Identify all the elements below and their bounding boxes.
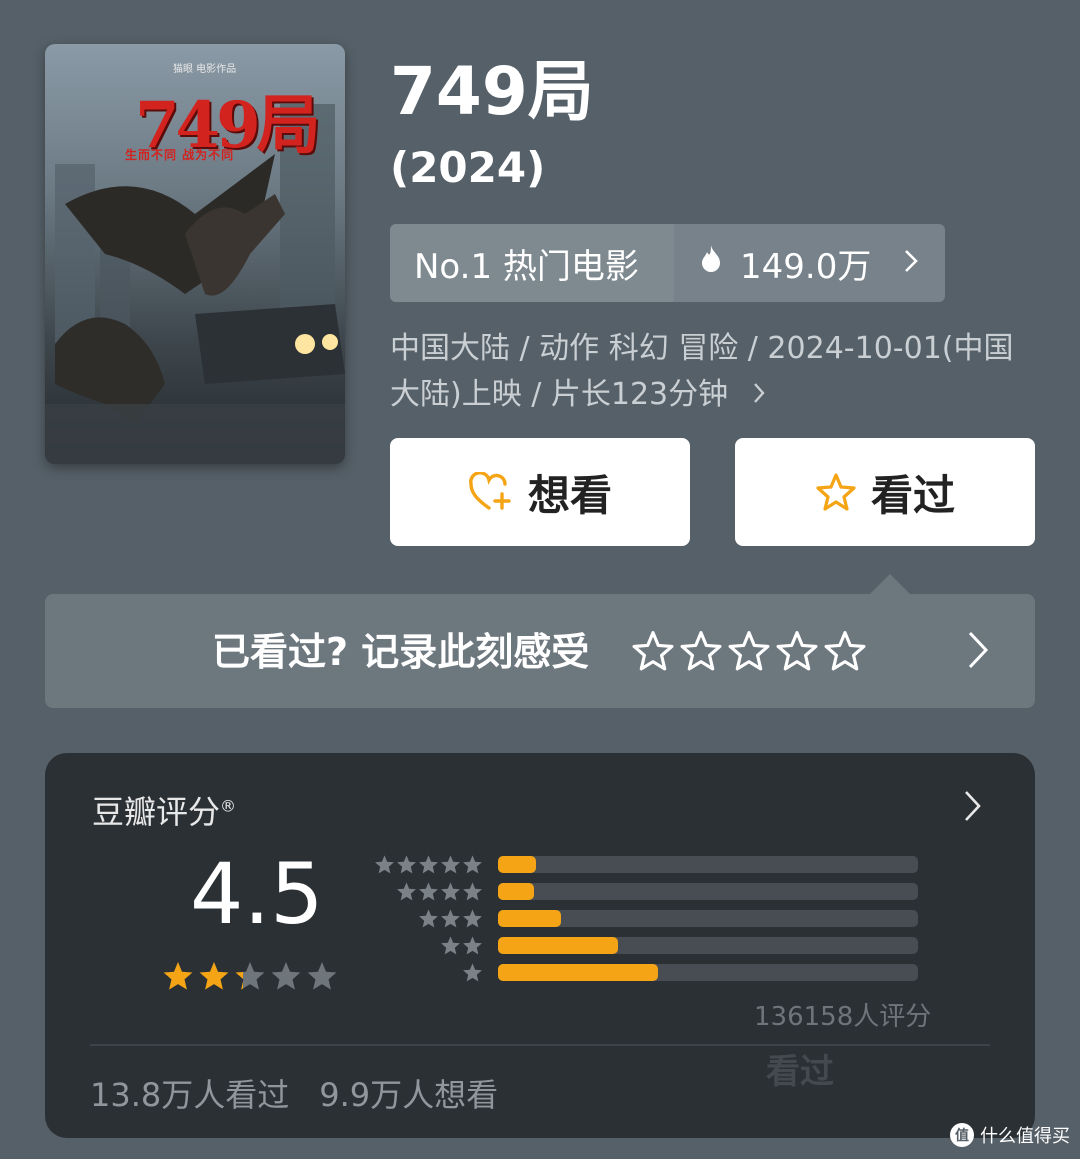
chevron-right-icon xyxy=(752,373,766,419)
star-outline-icon xyxy=(815,472,857,512)
movie-poster[interactable]: 猫眼 电影作品 749局 生而不同 战为不同 xyxy=(45,44,345,464)
seen-count: 13.8万人看过 xyxy=(90,1076,290,1114)
star-small-icon xyxy=(419,855,438,874)
star-small-icon xyxy=(441,855,460,874)
dist-bar-4 xyxy=(498,883,918,900)
star-small-icon xyxy=(397,882,416,901)
score-stars xyxy=(162,960,338,992)
star-small-icon xyxy=(375,855,394,874)
seen-button-label: 看过 xyxy=(870,470,955,520)
poster-tagline: 生而不同 战为不同 xyxy=(125,148,235,162)
dist-stars-1 xyxy=(462,962,483,983)
hot-rank-bar[interactable]: No.1 热门电影 149.0万 xyxy=(390,224,945,302)
star-filled-icon xyxy=(163,962,193,990)
star-small-icon xyxy=(463,909,482,928)
dist-bar-fill-5 xyxy=(498,856,536,873)
star-half-icon xyxy=(235,962,265,990)
movie-title: 749局 xyxy=(390,53,594,130)
poster-studio: 猫眼 电影作品 xyxy=(173,64,237,75)
meta-line-2-text: 大陆)上映 / 片长123分钟 xyxy=(390,377,729,412)
dist-bar-fill-4 xyxy=(498,883,534,900)
heat-index[interactable]: 149.0万 xyxy=(674,224,945,302)
dist-bar-1 xyxy=(498,964,918,981)
divider xyxy=(90,1044,990,1046)
dist-bar-5 xyxy=(498,856,918,873)
fire-icon xyxy=(698,243,724,283)
star-small-icon xyxy=(441,909,460,928)
dist-bar-2 xyxy=(498,937,918,954)
hot-rank-label[interactable]: No.1 热门电影 xyxy=(390,224,674,302)
dist-stars-4 xyxy=(396,881,483,902)
meta-line-2: 大陆)上映 / 片长123分钟 xyxy=(390,372,1040,419)
movie-year: (2024) xyxy=(390,143,546,192)
chevron-right-icon[interactable] xyxy=(962,788,984,828)
star-outline-icon[interactable] xyxy=(776,630,818,672)
watermark: 看过 xyxy=(766,1052,834,1092)
star-empty-icon xyxy=(307,962,337,990)
rating-label-text: 豆瓣评分 xyxy=(92,793,221,831)
chevron-right-icon[interactable] xyxy=(964,628,992,676)
registered-mark: ® xyxy=(220,796,237,816)
heat-value: 149.0万 xyxy=(740,246,872,287)
dist-stars-3 xyxy=(418,908,483,929)
star-small-icon xyxy=(463,855,482,874)
dist-bar-3 xyxy=(498,910,918,927)
dist-bar-fill-2 xyxy=(498,937,618,954)
rating-score: 4.5 xyxy=(190,845,324,943)
rate-stars[interactable] xyxy=(632,630,866,672)
dist-bar-fill-1 xyxy=(498,964,658,981)
star-outline-icon[interactable] xyxy=(728,630,770,672)
star-small-icon xyxy=(419,909,438,928)
star-small-icon xyxy=(441,882,460,901)
dist-stars-5 xyxy=(374,854,483,875)
chevron-right-icon xyxy=(903,243,919,283)
movie-meta-info[interactable]: 中国大陆 / 动作 科幻 冒险 / 2024-10-01(中国 大陆)上映 / … xyxy=(390,326,1040,419)
star-small-icon xyxy=(463,882,482,901)
star-small-icon xyxy=(463,963,482,982)
star-small-icon xyxy=(463,936,482,955)
star-small-icon xyxy=(397,855,416,874)
star-empty-icon xyxy=(271,962,301,990)
star-outline-icon[interactable] xyxy=(632,630,674,672)
want-button-label: 想看 xyxy=(527,470,612,520)
star-small-icon xyxy=(441,936,460,955)
smzdm-watermark: 值 什么值得买 xyxy=(950,1122,1070,1148)
star-outline-icon[interactable] xyxy=(824,630,866,672)
dist-bar-fill-3 xyxy=(498,910,561,927)
dist-stars-2 xyxy=(440,935,483,956)
record-pointer xyxy=(870,574,910,594)
audience-stats: 13.8万人看过 9.9万人想看 xyxy=(90,1070,498,1116)
want-count: 9.9万人想看 xyxy=(319,1076,499,1114)
rating-count: 136158人评分 xyxy=(754,1002,932,1032)
watched-button[interactable]: 看过 xyxy=(735,438,1035,546)
want-to-watch-button[interactable]: 想看 xyxy=(390,438,690,546)
record-prompt[interactable]: 已看过? 记录此刻感受 xyxy=(212,630,589,674)
heart-plus-icon xyxy=(468,472,514,512)
star-outline-icon[interactable] xyxy=(680,630,722,672)
star-small-icon xyxy=(419,882,438,901)
star-filled-icon xyxy=(199,962,229,990)
douban-rating-label: 豆瓣评分® xyxy=(92,787,236,833)
smzdm-logo: 值 xyxy=(950,1123,974,1147)
meta-line-1: 中国大陆 / 动作 科幻 冒险 / 2024-10-01(中国 xyxy=(390,331,1014,366)
smzdm-brand: 什么值得买 xyxy=(980,1126,1070,1147)
